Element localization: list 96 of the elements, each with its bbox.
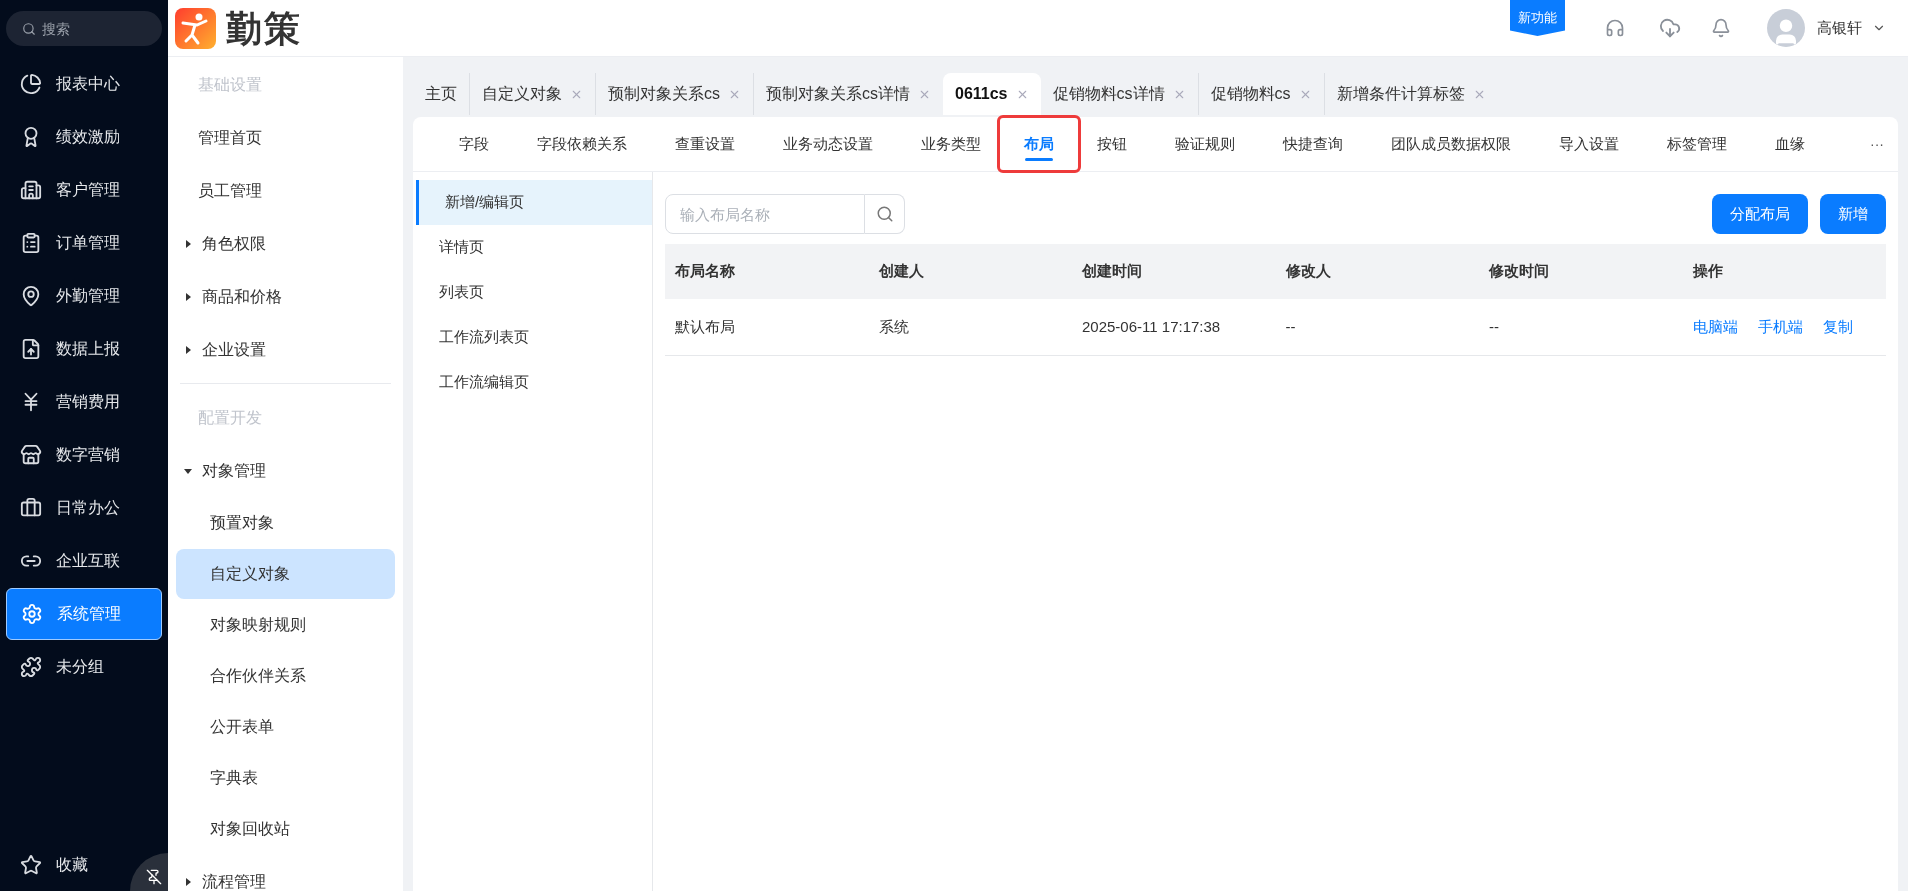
action-link[interactable]: 复制	[1822, 315, 1853, 338]
action-link[interactable]: 手机端	[1757, 315, 1803, 338]
caret-icon	[184, 292, 192, 301]
nav-item[interactable]: 系统管理	[6, 588, 162, 640]
nav-item[interactable]: 报表中心	[6, 58, 162, 110]
favorites-label[interactable]: 收藏	[56, 853, 88, 877]
table-cell: 默认布局	[665, 299, 869, 355]
star-icon	[20, 854, 42, 876]
layout-type-item[interactable]: 列表页	[413, 270, 652, 315]
nav-item[interactable]: 数字营销	[6, 429, 162, 481]
menu-group[interactable]: 角色权限	[168, 217, 403, 270]
nav-item[interactable]: 日常办公	[6, 482, 162, 534]
layout-type-item[interactable]: 工作流编辑页	[413, 360, 652, 405]
sub-tab[interactable]: 团队成员数据权限	[1367, 118, 1535, 170]
new-feature-badge[interactable]: 新功能	[1510, 0, 1565, 36]
menu-group[interactable]: 对象管理	[168, 444, 403, 497]
building-icon	[20, 179, 42, 201]
table-cell: --	[1275, 299, 1479, 355]
file-upload-icon	[20, 338, 42, 360]
store-icon	[20, 444, 42, 466]
menu-group[interactable]: 商品和价格	[168, 270, 403, 323]
sub-tab[interactable]: 导入设置	[1535, 118, 1643, 170]
map-pin-icon	[20, 285, 42, 307]
page-tab[interactable]: 促销物料cs详情	[1040, 73, 1198, 115]
nav-item[interactable]: 外勤管理	[6, 270, 162, 322]
column-header: 创建人	[868, 244, 1072, 299]
menu-item[interactable]: 员工管理	[168, 164, 403, 217]
layout-type-item[interactable]: 新增/编辑页	[416, 180, 652, 225]
table-cell: 2025-06-11 17:17:38	[1072, 299, 1276, 355]
page-tab[interactable]: 0611cs	[943, 73, 1041, 115]
layout-type-item[interactable]: 详情页	[413, 225, 652, 270]
sub-tab[interactable]: 验证规则	[1151, 118, 1259, 170]
briefcase-icon	[20, 497, 42, 519]
column-header: 修改人	[1275, 244, 1479, 299]
column-header: 布局名称	[665, 244, 869, 299]
menu-group[interactable]: 流程管理	[168, 855, 403, 891]
bell-icon	[1711, 18, 1731, 38]
menu-heading: 配置开发	[197, 407, 263, 428]
menu-item[interactable]: 对象映射规则	[176, 600, 395, 650]
caret-icon	[184, 345, 192, 354]
menu-item[interactable]: 预置对象	[176, 498, 395, 548]
menu-item[interactable]: 管理首页	[168, 111, 403, 164]
menu-group[interactable]: 企业设置	[168, 323, 403, 376]
action-button[interactable]: 新增	[1820, 194, 1886, 234]
puzzle-icon	[20, 656, 42, 678]
menu-item[interactable]: 对象回收站	[176, 804, 395, 854]
nav-item[interactable]: 绩效激励	[6, 111, 162, 163]
sub-tab[interactable]: 血缘	[1751, 118, 1829, 170]
sub-tab[interactable]: 标签管理	[1643, 118, 1751, 170]
search-field[interactable]: 搜索	[6, 11, 162, 46]
headset-icon	[1605, 18, 1625, 38]
caret-icon	[184, 466, 192, 475]
search-icon	[22, 22, 36, 36]
sub-tab[interactable]: 查重设置	[651, 118, 759, 170]
menu-item[interactable]: 公开表单	[176, 702, 395, 752]
unpin-icon	[146, 869, 162, 885]
table-cell: --	[1479, 299, 1683, 355]
sub-tab[interactable]: 布局	[997, 115, 1081, 173]
cloud-download-icon	[1659, 17, 1681, 39]
menu-heading: 基础设置	[197, 74, 263, 95]
action-button[interactable]: 分配布局	[1712, 194, 1808, 234]
table-cell: 系统	[868, 299, 1072, 355]
nav-item[interactable]: 企业互联	[6, 535, 162, 587]
page-tab[interactable]: 新增条件计算标签	[1323, 73, 1498, 115]
sub-tab[interactable]: 业务动态设置	[759, 118, 897, 170]
nav-item[interactable]: 未分组	[6, 641, 162, 693]
column-header: 操作	[1682, 244, 1886, 299]
column-header: 创建时间	[1072, 244, 1276, 299]
nav-item[interactable]: 订单管理	[6, 217, 162, 269]
page-tab[interactable]: 主页	[413, 73, 469, 115]
search-button[interactable]	[865, 194, 905, 234]
action-link[interactable]: 电脑端	[1692, 315, 1738, 338]
clipboard-icon	[20, 232, 42, 254]
layout-type-item[interactable]: 工作流列表页	[413, 315, 652, 360]
caret-icon	[184, 239, 192, 248]
column-header: 修改时间	[1479, 244, 1683, 299]
caret-icon	[184, 877, 192, 886]
menu-item[interactable]: 字典表	[176, 753, 395, 803]
pie-chart-icon	[20, 73, 42, 95]
nav-item[interactable]: 营销费用	[6, 376, 162, 428]
menu-item[interactable]: 自定义对象	[176, 549, 395, 599]
menu-item[interactable]: 合作伙伴关系	[176, 651, 395, 701]
nav-item[interactable]: 客户管理	[6, 164, 162, 216]
page-tab[interactable]: 促销物料cs	[1197, 73, 1324, 115]
sub-tab[interactable]: 快捷查询	[1259, 118, 1367, 170]
nav-item[interactable]: 数据上报	[6, 323, 162, 375]
layout-search-field[interactable]: 输入布局名称	[665, 194, 865, 234]
settings-icon	[21, 603, 43, 625]
sub-tab[interactable]: 字段依赖关系	[513, 118, 651, 170]
page-tab[interactable]: 自定义对象	[469, 73, 595, 115]
user-name[interactable]: 高银轩	[1817, 16, 1862, 40]
logo-icon	[175, 7, 216, 49]
search-icon	[875, 205, 894, 223]
sub-tab[interactable]: 字段	[435, 118, 513, 170]
logo-text: 勤策	[226, 6, 302, 51]
page-tab[interactable]: 预制对象关系cs	[595, 73, 753, 115]
